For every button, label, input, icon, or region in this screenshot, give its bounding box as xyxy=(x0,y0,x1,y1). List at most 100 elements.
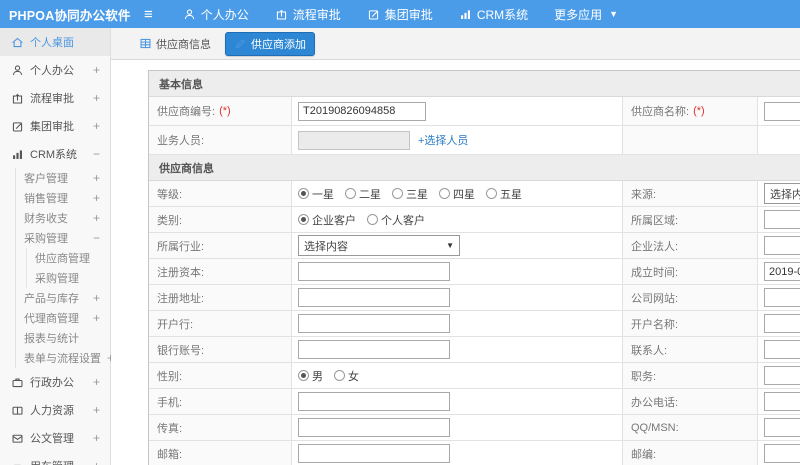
supplier-name-label: 供应商名称: (*) xyxy=(623,97,758,125)
sidebar-item-sales-mgmt[interactable]: 销售管理 + xyxy=(16,188,110,208)
sidebar-item-customer-mgmt[interactable]: 客户管理 + xyxy=(16,168,110,188)
sidebar-item-purchase-mgmt-sub[interactable]: 采购管理 xyxy=(27,268,110,288)
sidebar-item-document-mgmt[interactable]: 公文管理 + xyxy=(0,424,110,452)
level-radio-5star[interactable]: 五星 xyxy=(486,186,522,202)
level-radio-1star[interactable]: 一星 xyxy=(298,186,334,202)
sidebar-item-label: 产品与库存 xyxy=(24,293,79,305)
select-staff-link[interactable]: +选择人员 xyxy=(418,132,468,148)
registered-address-input[interactable] xyxy=(298,288,450,307)
nav-workflow-approval[interactable]: 流程审批 xyxy=(275,6,341,23)
collapse-icon: − xyxy=(92,231,100,245)
sidebar-item-group-approval[interactable]: 集团审批 + xyxy=(0,112,110,140)
sidebar-item-personal-desktop[interactable]: 个人桌面 xyxy=(0,28,110,56)
zip-label: 邮编: xyxy=(623,441,758,465)
sidebar-item-personal-office[interactable]: 个人办公 + xyxy=(0,56,110,84)
staff-input[interactable] xyxy=(298,130,410,150)
registered-address-label: 注册地址: xyxy=(149,285,292,310)
sidebar-item-label: 报表与统计 xyxy=(24,333,79,345)
legal-person-input[interactable] xyxy=(764,236,800,255)
level-radio-2star[interactable]: 二星 xyxy=(345,186,381,202)
mobile-input[interactable] xyxy=(298,392,450,411)
source-select[interactable]: 选择内容 ▼ xyxy=(764,183,800,204)
website-input[interactable] xyxy=(764,288,800,307)
account-name-label: 开户名称: xyxy=(623,311,758,336)
sidebar-item-label: 采购管理 xyxy=(24,233,68,245)
bank-input[interactable] xyxy=(298,314,450,333)
radio-icon xyxy=(486,188,497,199)
registered-capital-input[interactable] xyxy=(298,262,450,281)
expand-icon: + xyxy=(92,91,100,105)
gender-radio-male[interactable]: 男 xyxy=(298,368,323,384)
tab-supplier-add[interactable]: 供应商添加 xyxy=(225,31,315,56)
sidebar-item-label: 销售管理 xyxy=(24,193,68,205)
empty-label xyxy=(623,126,758,154)
expand-icon: + xyxy=(92,375,100,389)
tab-supplier-info[interactable]: 供应商信息 xyxy=(133,33,217,55)
email-input[interactable] xyxy=(298,444,450,463)
nav-crm-system[interactable]: CRM系统 xyxy=(459,6,528,23)
sidebar-item-label: 用车管理 xyxy=(30,458,74,465)
nav-label: 集团审批 xyxy=(384,7,433,22)
category-radio-group: 企业客户 个人客户 xyxy=(298,212,425,228)
sidebar-item-workflow-approval[interactable]: 流程审批 + xyxy=(0,84,110,112)
nav-more-apps[interactable]: 更多应用 ▼ xyxy=(554,6,618,23)
sidebar-item-purchase-mgmt[interactable]: 采购管理 − xyxy=(16,228,110,248)
nav-label: 流程审批 xyxy=(292,7,341,22)
category-radio-personal[interactable]: 个人客户 xyxy=(367,212,425,228)
sidebar-item-reports[interactable]: 报表与统计 xyxy=(16,328,110,348)
sidebar-item-label: 行政办公 xyxy=(30,377,74,389)
nav-personal-office[interactable]: 个人办公 xyxy=(183,6,249,23)
sidebar-item-supplier-mgmt[interactable]: 供应商管理 xyxy=(27,248,110,268)
level-radio-4star[interactable]: 四星 xyxy=(439,186,475,202)
sidebar-item-label: 财务收支 xyxy=(24,213,68,225)
hamburger-menu-icon[interactable]: ≡ xyxy=(144,7,153,22)
level-radio-3star[interactable]: 三星 xyxy=(392,186,428,202)
sidebar-item-admin-office[interactable]: 行政办公 + xyxy=(0,368,110,396)
position-input[interactable] xyxy=(764,366,800,385)
sidebar-item-product-inventory[interactable]: 产品与库存 + xyxy=(16,288,110,308)
account-name-input[interactable] xyxy=(764,314,800,333)
expand-icon: + xyxy=(92,403,100,417)
nav-group-approval[interactable]: 集团审批 xyxy=(367,6,433,23)
upload-icon xyxy=(12,93,23,103)
radio-icon xyxy=(345,188,356,199)
bank-account-input[interactable] xyxy=(298,340,450,359)
sidebar-item-agent-mgmt[interactable]: 代理商管理 + xyxy=(16,308,110,328)
gender-radio-female[interactable]: 女 xyxy=(334,368,359,384)
sidebar-item-label: 个人办公 xyxy=(30,65,74,77)
sidebar-item-form-flow-settings[interactable]: 表单与流程设置 + xyxy=(16,348,114,368)
sidebar-item-finance[interactable]: 财务收支 + xyxy=(16,208,110,228)
caret-down-icon: ▼ xyxy=(609,9,619,19)
sidebar-item-crm-system[interactable]: CRM系统 − xyxy=(0,140,110,168)
required-mark: (*) xyxy=(693,105,705,117)
person-icon xyxy=(184,8,194,19)
sidebar-item-label: 个人桌面 xyxy=(30,37,74,49)
purchase-submenu: 供应商管理 采购管理 xyxy=(26,248,110,288)
zip-input[interactable] xyxy=(764,444,800,463)
founded-date-input[interactable] xyxy=(764,262,800,281)
sidebar-item-label: 表单与流程设置 xyxy=(24,353,101,365)
industry-select[interactable]: 选择内容 ▼ xyxy=(298,235,460,256)
supplier-code-input[interactable] xyxy=(298,101,426,121)
contact-input[interactable] xyxy=(764,340,800,359)
id-card-icon xyxy=(12,406,23,415)
qq-msn-input[interactable] xyxy=(764,418,800,437)
staff-label: 业务人员: xyxy=(149,126,292,154)
form-content: 基本信息 供应商编号: (*) 供应商名称: (*) xyxy=(111,60,800,465)
gender-label: 性别: xyxy=(149,363,292,388)
tab-label: 供应商添加 xyxy=(251,38,306,51)
envelope-icon xyxy=(12,434,23,443)
category-radio-company[interactable]: 企业客户 xyxy=(298,212,356,228)
region-input[interactable] xyxy=(764,210,800,229)
office-phone-input[interactable] xyxy=(764,392,800,411)
sidebar-item-vehicle-mgmt[interactable]: 用车管理 + xyxy=(0,452,110,465)
sidebar-item-hr[interactable]: 人力资源 + xyxy=(0,396,110,424)
expand-icon: + xyxy=(92,211,100,225)
car-icon xyxy=(14,464,21,465)
sidebar: 个人桌面 个人办公 + 流程审批 + 集团审批 + CRM系统 − 客户管理 + xyxy=(0,28,114,465)
collapse-icon: − xyxy=(92,147,100,161)
supplier-name-input[interactable] xyxy=(764,101,800,121)
fax-label: 传真: xyxy=(149,415,292,440)
tab-label: 供应商信息 xyxy=(156,38,211,51)
fax-input[interactable] xyxy=(298,418,450,437)
